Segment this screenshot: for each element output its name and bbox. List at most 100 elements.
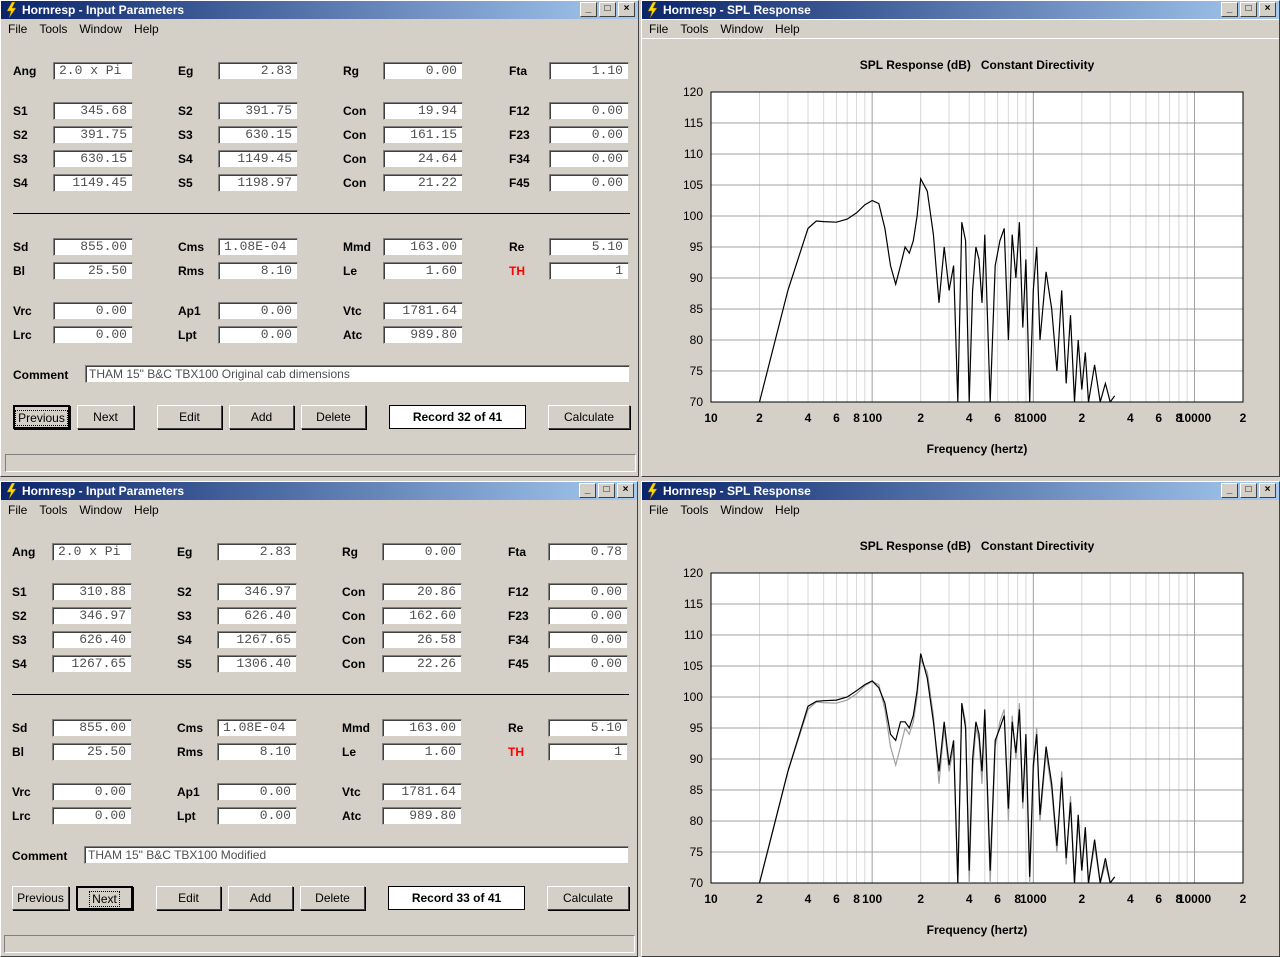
- param-field-con[interactable]: 26.58: [382, 631, 462, 649]
- menu-file[interactable]: File: [3, 20, 32, 38]
- param-field-f12[interactable]: 0.00: [549, 102, 629, 120]
- menu-file[interactable]: File: [644, 501, 673, 519]
- param-field-mmd[interactable]: 163.00: [383, 238, 463, 256]
- minimize-button[interactable]: _: [580, 2, 597, 17]
- param-field-rms[interactable]: 8.10: [217, 743, 297, 761]
- param-field-fta[interactable]: 1.10: [549, 62, 629, 80]
- param-field-re[interactable]: 5.10: [549, 238, 629, 256]
- param-field-fta[interactable]: 0.78: [548, 543, 628, 561]
- param-field-con[interactable]: 21.22: [383, 174, 463, 192]
- param-field-cms[interactable]: 1.08E-04: [217, 719, 297, 737]
- title-bar[interactable]: Hornresp - Input Parameters _ □ ×: [1, 1, 638, 19]
- param-field-ang[interactable]: 2.0 x Pi: [53, 62, 133, 80]
- param-field-le[interactable]: 1.60: [383, 262, 463, 280]
- menu-window[interactable]: Window: [715, 20, 768, 38]
- param-field-bl[interactable]: 25.50: [53, 262, 133, 280]
- param-field-f23[interactable]: 0.00: [548, 607, 628, 625]
- maximize-button[interactable]: □: [1240, 483, 1257, 498]
- menu-window[interactable]: Window: [715, 501, 768, 519]
- maximize-button[interactable]: □: [1240, 2, 1257, 17]
- maximize-button[interactable]: □: [598, 483, 615, 498]
- param-field-f12[interactable]: 0.00: [548, 583, 628, 601]
- param-field-eg[interactable]: 2.83: [217, 543, 297, 561]
- param-field-con[interactable]: 162.60: [382, 607, 462, 625]
- next-button[interactable]: Next: [76, 886, 133, 910]
- close-button[interactable]: ×: [617, 483, 634, 498]
- param-field-sd[interactable]: 855.00: [52, 719, 132, 737]
- param-field-re[interactable]: 5.10: [548, 719, 628, 737]
- param-field-ang[interactable]: 2.0 x Pi: [52, 543, 132, 561]
- param-field-lrc[interactable]: 0.00: [53, 326, 133, 344]
- close-button[interactable]: ×: [618, 2, 635, 17]
- param-field-con[interactable]: 19.94: [383, 102, 463, 120]
- edit-button[interactable]: Edit: [156, 886, 221, 910]
- param-field-con[interactable]: 161.15: [383, 126, 463, 144]
- minimize-button[interactable]: _: [1221, 2, 1238, 17]
- menu-tools[interactable]: Tools: [675, 501, 713, 519]
- minimize-button[interactable]: _: [1221, 483, 1238, 498]
- param-field-rms[interactable]: 8.10: [218, 262, 298, 280]
- delete-button[interactable]: Delete: [301, 405, 366, 429]
- menu-file[interactable]: File: [644, 20, 673, 38]
- param-field-f23[interactable]: 0.00: [549, 126, 629, 144]
- comment-field[interactable]: THAM 15" B&C TBX100 Original cab dimensi…: [85, 365, 630, 383]
- param-field-s2[interactable]: 391.75: [53, 126, 133, 144]
- param-field-ap1[interactable]: 0.00: [217, 783, 297, 801]
- param-field-th[interactable]: 1: [548, 743, 628, 761]
- param-field-s4[interactable]: 1267.65: [52, 655, 132, 673]
- param-field-f45[interactable]: 0.00: [548, 655, 628, 673]
- delete-button[interactable]: Delete: [300, 886, 365, 910]
- param-field-s1[interactable]: 345.68: [53, 102, 133, 120]
- minimize-button[interactable]: _: [579, 483, 596, 498]
- maximize-button[interactable]: □: [599, 2, 616, 17]
- param-field-s2[interactable]: 346.97: [217, 583, 297, 601]
- param-field-vtc[interactable]: 1781.64: [383, 302, 463, 320]
- title-bar[interactable]: Hornresp - SPL Response _ □ ×: [642, 482, 1279, 500]
- close-button[interactable]: ×: [1259, 483, 1276, 498]
- param-field-vtc[interactable]: 1781.64: [382, 783, 462, 801]
- menu-tools[interactable]: Tools: [675, 20, 713, 38]
- param-field-s4[interactable]: 1149.45: [53, 174, 133, 192]
- param-field-lrc[interactable]: 0.00: [52, 807, 132, 825]
- param-field-s2[interactable]: 391.75: [218, 102, 298, 120]
- menu-window[interactable]: Window: [74, 501, 127, 519]
- param-field-s3[interactable]: 630.15: [53, 150, 133, 168]
- param-field-s2[interactable]: 346.97: [52, 607, 132, 625]
- edit-button[interactable]: Edit: [157, 405, 222, 429]
- menu-file[interactable]: File: [3, 501, 32, 519]
- param-field-vrc[interactable]: 0.00: [53, 302, 133, 320]
- param-field-s3[interactable]: 626.40: [217, 607, 297, 625]
- param-field-eg[interactable]: 2.83: [218, 62, 298, 80]
- next-button[interactable]: Next: [77, 405, 134, 429]
- param-field-mmd[interactable]: 163.00: [382, 719, 462, 737]
- add-button[interactable]: Add: [228, 886, 293, 910]
- menu-tools[interactable]: Tools: [34, 20, 72, 38]
- param-field-rg[interactable]: 0.00: [383, 62, 463, 80]
- param-field-sd[interactable]: 855.00: [53, 238, 133, 256]
- param-field-s5[interactable]: 1198.97: [218, 174, 298, 192]
- param-field-cms[interactable]: 1.08E-04: [218, 238, 298, 256]
- param-field-vrc[interactable]: 0.00: [52, 783, 132, 801]
- title-bar[interactable]: Hornresp - Input Parameters _ □ ×: [1, 482, 637, 500]
- menu-help[interactable]: Help: [129, 20, 164, 38]
- param-field-th[interactable]: 1: [549, 262, 629, 280]
- param-field-con[interactable]: 24.64: [383, 150, 463, 168]
- param-field-lpt[interactable]: 0.00: [217, 807, 297, 825]
- param-field-s4[interactable]: 1267.65: [217, 631, 297, 649]
- menu-help[interactable]: Help: [770, 20, 805, 38]
- calculate-button[interactable]: Calculate: [547, 886, 629, 910]
- previous-button[interactable]: Previous: [13, 405, 70, 429]
- param-field-bl[interactable]: 25.50: [52, 743, 132, 761]
- menu-tools[interactable]: Tools: [34, 501, 72, 519]
- param-field-f34[interactable]: 0.00: [548, 631, 628, 649]
- comment-field[interactable]: THAM 15" B&C TBX100 Modified: [84, 846, 629, 864]
- param-field-con[interactable]: 22.26: [382, 655, 462, 673]
- param-field-s3[interactable]: 626.40: [52, 631, 132, 649]
- menu-help[interactable]: Help: [770, 501, 805, 519]
- menu-window[interactable]: Window: [74, 20, 127, 38]
- param-field-f45[interactable]: 0.00: [549, 174, 629, 192]
- param-field-lpt[interactable]: 0.00: [218, 326, 298, 344]
- param-field-s4[interactable]: 1149.45: [218, 150, 298, 168]
- title-bar[interactable]: Hornresp - SPL Response _ □ ×: [642, 1, 1279, 19]
- param-field-le[interactable]: 1.60: [382, 743, 462, 761]
